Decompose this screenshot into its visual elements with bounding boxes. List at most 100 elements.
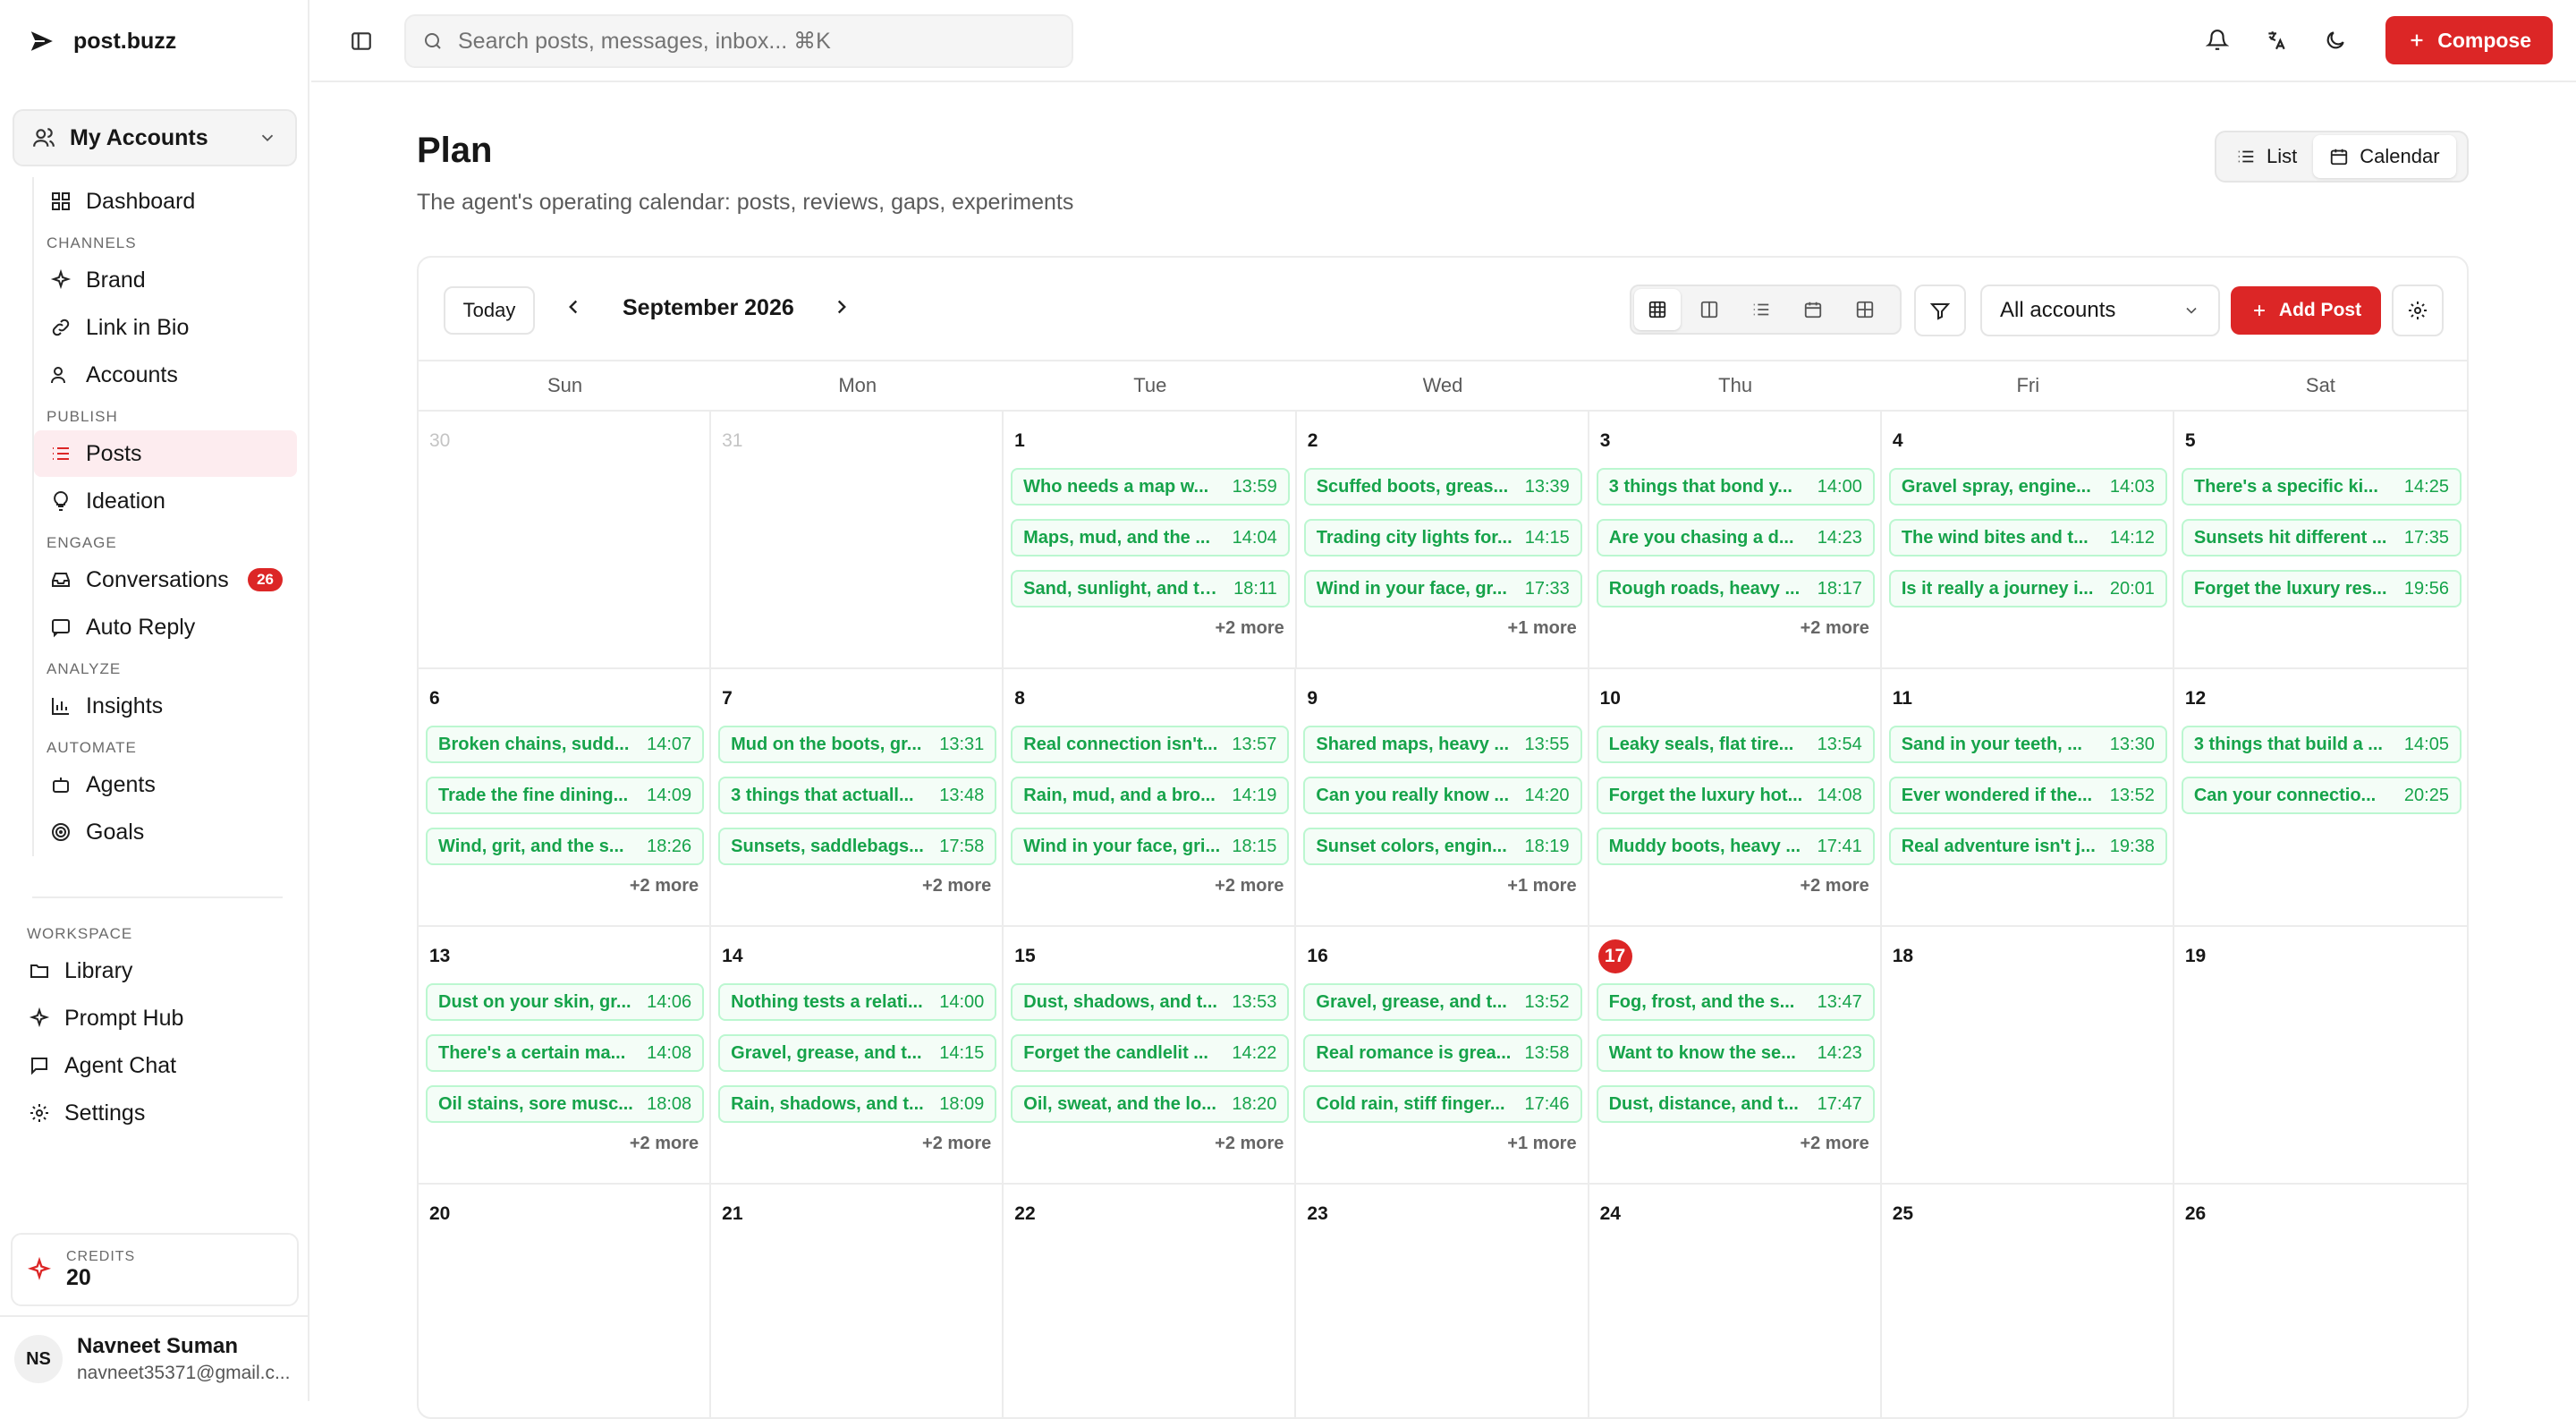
post-chip[interactable]: There's a certain ma... 14:08 xyxy=(426,1034,705,1072)
post-chip[interactable]: Real connection isn't... 13:57 xyxy=(1011,726,1290,763)
day-cell[interactable]: 20 xyxy=(419,1185,712,1417)
post-chip[interactable]: Scuffed boots, greas... 13:39 xyxy=(1303,468,1582,506)
more-posts-link[interactable]: +2 more xyxy=(1597,618,1875,639)
post-chip[interactable]: Rain, mud, and a bro... 14:19 xyxy=(1011,777,1290,814)
day-cell[interactable]: 3 3 things that bond y... 14:00 Are you cha… xyxy=(1589,412,1882,667)
post-chip[interactable]: Mud on the boots, gr... 13:31 xyxy=(718,726,997,763)
day-cell[interactable]: 8 Real connection isn't... 13:57 Rain, mud,… xyxy=(1004,669,1297,925)
more-posts-link[interactable]: +2 more xyxy=(718,876,996,896)
notifications-button[interactable] xyxy=(2199,22,2235,58)
post-chip[interactable]: Gravel, grease, and t... 14:15 xyxy=(718,1034,997,1072)
day-cell[interactable]: 17 Fog, frost, and the s... 13:47 Want to k… xyxy=(1589,927,1882,1183)
compose-button[interactable]: Compose xyxy=(2385,16,2553,64)
post-chip[interactable]: Broken chains, sudd... 14:07 xyxy=(426,726,705,763)
sidebar-item-auto-reply[interactable]: Auto Reply xyxy=(34,604,297,650)
post-chip[interactable]: Trading city lights for... 14:15 xyxy=(1303,519,1582,557)
post-chip[interactable]: Wind in your face, gr... 17:33 xyxy=(1303,570,1582,608)
sidebar-item-agents[interactable]: Agents xyxy=(34,761,297,808)
post-chip[interactable]: Can you really know ... 14:20 xyxy=(1303,777,1582,814)
view-list-button[interactable]: List xyxy=(2220,135,2313,178)
quad-view-button[interactable] xyxy=(1842,289,1888,330)
day-cell[interactable]: 15 Dust, shadows, and t... 13:53 Forget the… xyxy=(1004,927,1297,1183)
day-cell[interactable]: 24 xyxy=(1589,1185,1882,1417)
sidebar-item-posts[interactable]: Posts xyxy=(34,430,297,477)
post-chip[interactable]: 3 things that build a ... 14:05 xyxy=(2181,726,2462,763)
post-chip[interactable]: Wind, grit, and the s... 18:26 xyxy=(426,828,705,865)
agenda-view-button[interactable] xyxy=(1738,289,1784,330)
post-chip[interactable]: Trade the fine dining... 14:09 xyxy=(426,777,705,814)
more-posts-link[interactable]: +2 more xyxy=(1011,1134,1289,1154)
post-chip[interactable]: There's a specific ki... 14:25 xyxy=(2181,468,2462,506)
sidebar-item-accounts[interactable]: Accounts xyxy=(34,352,297,398)
post-chip[interactable]: Maps, mud, and the ... 14:04 xyxy=(1011,519,1290,557)
sidebar-item-prompt-hub[interactable]: Prompt Hub xyxy=(13,995,297,1041)
day-cell[interactable]: 30 xyxy=(419,412,712,667)
today-button[interactable]: Today xyxy=(444,286,535,335)
post-chip[interactable]: Ever wondered if the... 13:52 xyxy=(1888,777,2167,814)
sidebar-item-agent-chat[interactable]: Agent Chat xyxy=(13,1042,297,1089)
post-chip[interactable]: Real adventure isn't j... 19:38 xyxy=(1888,828,2167,865)
post-chip[interactable]: Who needs a map w... 13:59 xyxy=(1011,468,1290,506)
post-chip[interactable]: Sunsets, saddlebags... 17:58 xyxy=(718,828,997,865)
post-chip[interactable]: Dust on your skin, gr... 14:06 xyxy=(426,983,705,1021)
more-posts-link[interactable]: +2 more xyxy=(1011,618,1290,639)
account-filter-select[interactable]: All accounts xyxy=(1980,285,2220,336)
day-cell[interactable]: 1 Who needs a map w... 13:59 Maps, mud, and… xyxy=(1004,412,1297,667)
day-cell[interactable]: 10 Leaky seals, flat tire... 13:54 Forget t… xyxy=(1589,669,1882,925)
more-posts-link[interactable]: +2 more xyxy=(718,1134,996,1154)
post-chip[interactable]: Dust, shadows, and t... 13:53 xyxy=(1011,983,1290,1021)
post-chip[interactable]: Want to know the se... 14:23 xyxy=(1596,1034,1875,1072)
post-chip[interactable]: Gravel, grease, and t... 13:52 xyxy=(1303,983,1582,1021)
day-cell[interactable]: 6 Broken chains, sudd... 14:07 Trade the fi… xyxy=(419,669,712,925)
post-chip[interactable]: Rough roads, heavy ... 18:17 xyxy=(1596,570,1875,608)
day-cell[interactable]: 23 xyxy=(1296,1185,1589,1417)
calendar-settings-button[interactable] xyxy=(2392,285,2444,336)
sidebar-item-insights[interactable]: Insights xyxy=(34,683,297,729)
account-selector[interactable]: My Accounts xyxy=(13,109,297,166)
post-chip[interactable]: Sand in your teeth, ... 13:30 xyxy=(1888,726,2167,763)
post-chip[interactable]: Oil, sweat, and the lo... 18:20 xyxy=(1011,1085,1290,1123)
post-chip[interactable]: Dust, distance, and t... 17:47 xyxy=(1596,1085,1875,1123)
app-logo[interactable]: post.buzz xyxy=(27,23,176,59)
post-chip[interactable]: Oil stains, sore musc... 18:08 xyxy=(426,1085,705,1123)
sidebar-item-link-in-bio[interactable]: Link in Bio xyxy=(34,304,297,351)
day-cell[interactable]: 22 xyxy=(1004,1185,1297,1417)
day-cell[interactable]: 16 Gravel, grease, and t... 13:52 Real roma… xyxy=(1296,927,1589,1183)
day-cell[interactable]: 5 There's a specific ki... 14:25 Sunsets hi… xyxy=(2174,412,2467,667)
more-posts-link[interactable]: +2 more xyxy=(1011,876,1289,896)
sidebar-toggle-button[interactable] xyxy=(345,25,377,57)
post-chip[interactable]: Cold rain, stiff finger... 17:46 xyxy=(1303,1085,1582,1123)
sidebar-item-brand[interactable]: Brand xyxy=(34,257,297,303)
post-chip[interactable]: The wind bites and t... 14:12 xyxy=(1888,519,2167,557)
day-cell[interactable]: 25 xyxy=(1882,1185,2174,1417)
post-chip[interactable]: 3 things that actuall... 13:48 xyxy=(718,777,997,814)
week-view-button[interactable] xyxy=(1686,289,1733,330)
post-chip[interactable]: Are you chasing a d... 14:23 xyxy=(1596,519,1875,557)
add-post-button[interactable]: Add Post xyxy=(2231,286,2381,335)
sidebar-item-goals[interactable]: Goals xyxy=(34,809,297,855)
post-chip[interactable]: Fog, frost, and the s... 13:47 xyxy=(1596,983,1875,1021)
sidebar-item-conversations[interactable]: Conversations 26 xyxy=(34,557,297,603)
prev-month-button[interactable] xyxy=(562,295,585,319)
post-chip[interactable]: Is it really a journey i... 20:01 xyxy=(1888,570,2167,608)
view-calendar-button[interactable]: Calendar xyxy=(2313,135,2456,178)
day-cell[interactable]: 13 Dust on your skin, gr... 14:06 There's a… xyxy=(419,927,712,1183)
more-posts-link[interactable]: +1 more xyxy=(1304,618,1582,639)
more-posts-link[interactable]: +2 more xyxy=(1597,1134,1875,1154)
post-chip[interactable]: Gravel spray, engine... 14:03 xyxy=(1888,468,2167,506)
language-button[interactable] xyxy=(2258,22,2294,58)
day-cell[interactable]: 19 xyxy=(2174,927,2467,1183)
post-chip[interactable]: Muddy boots, heavy ... 17:41 xyxy=(1596,828,1875,865)
post-chip[interactable]: Rain, shadows, and t... 18:09 xyxy=(718,1085,997,1123)
day-cell[interactable]: 9 Shared maps, heavy ... 13:55 Can you real… xyxy=(1296,669,1589,925)
post-chip[interactable]: Sunset colors, engin... 18:19 xyxy=(1303,828,1582,865)
post-chip[interactable]: Sand, sunlight, and th... 18:11 xyxy=(1011,570,1290,608)
next-month-button[interactable] xyxy=(830,295,853,319)
sidebar-item-settings[interactable]: Settings xyxy=(13,1090,297,1136)
more-posts-link[interactable]: +1 more xyxy=(1303,876,1581,896)
more-posts-link[interactable]: +2 more xyxy=(1597,876,1875,896)
day-cell[interactable]: 26 xyxy=(2174,1185,2467,1417)
day-cell[interactable]: 11 Sand in your teeth, ... 13:30 Ever wonde… xyxy=(1882,669,2174,925)
post-chip[interactable]: Wind in your face, gri... 18:15 xyxy=(1011,828,1290,865)
day-cell[interactable]: 18 xyxy=(1882,927,2174,1183)
